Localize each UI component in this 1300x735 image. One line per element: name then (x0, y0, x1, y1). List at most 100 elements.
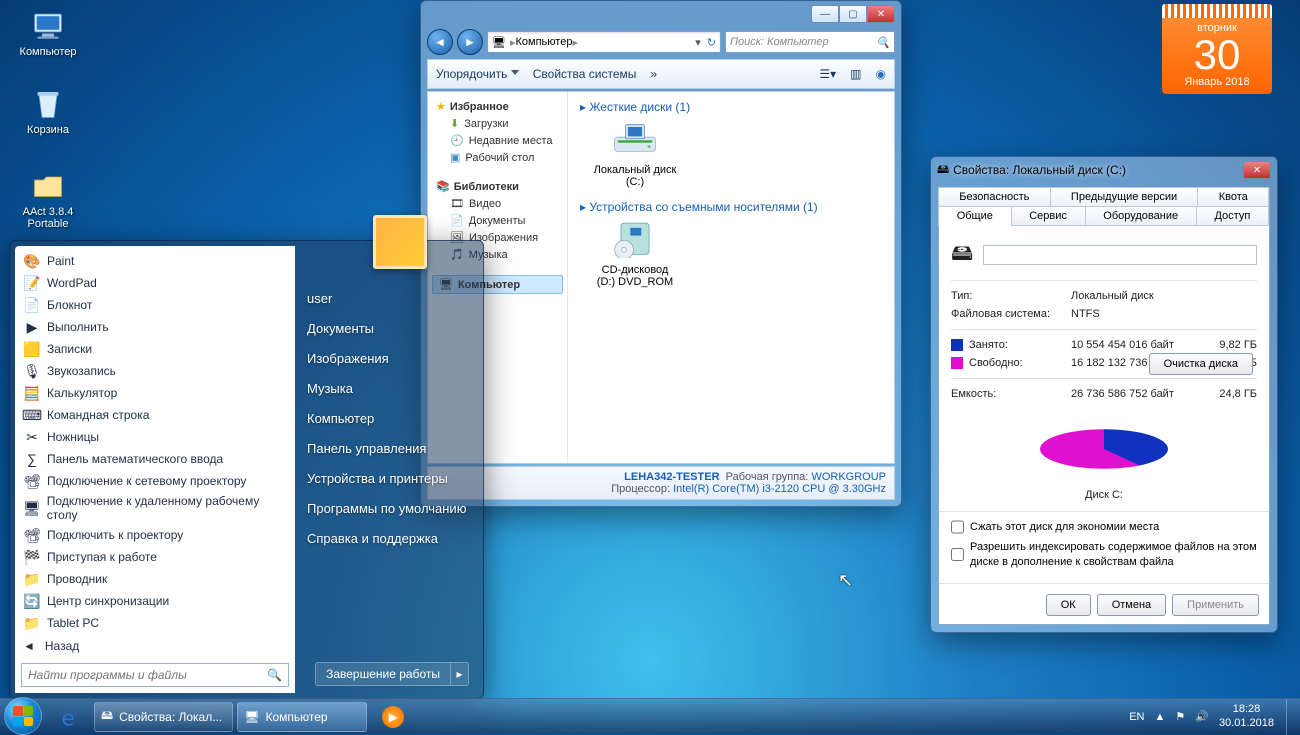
refresh-icon[interactable]: ↻ (707, 36, 716, 49)
tray-lang[interactable]: EN (1129, 711, 1144, 723)
sm-control-panel[interactable]: Панель управления (307, 441, 471, 456)
system-properties-button[interactable]: Свойства системы (533, 67, 637, 81)
compress-checkbox[interactable]: Сжать этот диск для экономии места (951, 520, 1257, 534)
sm-pictures[interactable]: Изображения (307, 351, 471, 366)
downloads-icon: ⬇ (450, 117, 459, 130)
program-label: Звукозапись (47, 364, 116, 378)
nav-forward-button[interactable]: ► (457, 29, 483, 55)
cursor-icon: ↖ (838, 570, 853, 591)
calendar-day: 30 (1168, 34, 1266, 76)
drive-name-input[interactable] (983, 245, 1257, 265)
view-menu[interactable]: ☰▾ (819, 67, 836, 81)
sidebar-item-recent[interactable]: 🕘Недавние места (432, 132, 563, 149)
sm-help[interactable]: Справка и поддержка (307, 531, 471, 546)
tab-previous-versions[interactable]: Предыдущие версии (1050, 187, 1199, 207)
tray-volume-icon[interactable]: 🔊 (1195, 710, 1209, 723)
toolbar-overflow[interactable]: » (650, 67, 657, 81)
shutdown-button[interactable]: Завершение работы (315, 662, 451, 686)
start-menu-item[interactable]: 📝WordPad (17, 272, 293, 294)
cancel-button[interactable]: Отмена (1097, 594, 1166, 616)
sm-devices[interactable]: Устройства и принтеры (307, 471, 471, 486)
program-label: WordPad (47, 276, 97, 290)
calendar-rings (1162, 4, 1272, 18)
desktop-icon-recycle[interactable]: Корзина (18, 86, 78, 136)
desktop-icon-aact[interactable]: AAct 3.8.4 Portable (18, 168, 78, 230)
start-menu-back[interactable]: ◄Назад (15, 633, 295, 659)
start-menu-item[interactable]: 📄Блокнот (17, 294, 293, 316)
explorer-titlebar[interactable]: — ▢ ✕ (421, 1, 901, 27)
search-input[interactable] (28, 668, 267, 682)
sidebar-item-documents[interactable]: 📄Документы (432, 212, 563, 229)
tab-security[interactable]: Безопасность (938, 187, 1051, 207)
help-button[interactable]: ◉ (876, 67, 886, 81)
close-button[interactable]: ✕ (1243, 161, 1271, 179)
minimize-button[interactable]: — (811, 5, 839, 23)
shutdown-options-button[interactable]: ▸ (451, 662, 469, 686)
organize-menu[interactable]: Упорядочить (436, 67, 519, 81)
ie-icon: ｅ (58, 702, 78, 731)
start-menu-item[interactable]: 🧮Калькулятор (17, 382, 293, 404)
disk-cleanup-button[interactable]: Очистка диска (1149, 353, 1253, 375)
breadcrumb-item[interactable]: Компьютер (516, 36, 573, 48)
pinned-ie[interactable]: ｅ (46, 702, 90, 732)
apply-button[interactable]: Применить (1172, 594, 1259, 616)
group-removable[interactable]: ▸ Устройства со съемными носителями (1) (580, 200, 882, 214)
start-menu-search[interactable]: 🔍 (21, 663, 289, 687)
sidebar-item-downloads[interactable]: ⬇Загрузки (432, 115, 563, 132)
start-menu-item[interactable]: ⌨Командная строка (17, 404, 293, 426)
sm-documents[interactable]: Документы (307, 321, 471, 336)
show-desktop-button[interactable] (1286, 699, 1296, 735)
sm-default-programs[interactable]: Программы по умолчанию (307, 501, 471, 516)
sidebar-libraries-header[interactable]: 📚Библиотеки (432, 178, 563, 195)
search-input[interactable]: Поиск: Компьютер 🔍 (725, 31, 895, 53)
properties-titlebar[interactable]: 🖴 Свойства: Локальный диск (C:) ✕ (931, 157, 1277, 183)
tab-tools[interactable]: Сервис (1011, 206, 1086, 226)
sm-music[interactable]: Музыка (307, 381, 471, 396)
sm-computer[interactable]: Компьютер (307, 411, 471, 426)
start-menu-item[interactable]: ∑Панель математического ввода (17, 448, 293, 470)
start-menu-item[interactable]: 📁Tablet PC (17, 612, 293, 633)
start-menu-item[interactable]: ✂Ножницы (17, 426, 293, 448)
dropdown-icon[interactable]: ▾ (695, 36, 701, 49)
start-menu-item[interactable]: 📁Проводник (17, 568, 293, 590)
tray-clock[interactable]: 18:28 30.01.2018 (1219, 703, 1274, 729)
close-button[interactable]: ✕ (867, 5, 895, 23)
drive-c[interactable]: Локальный диск (C:) (580, 120, 690, 188)
pinned-wmp[interactable]: ▶ (371, 702, 415, 732)
maximize-button[interactable]: ▢ (839, 5, 867, 23)
taskbar-item-properties[interactable]: 🖴Свойства: Локал... (94, 702, 233, 732)
ok-button[interactable]: ОК (1046, 594, 1091, 616)
recycle-bin-icon (30, 86, 66, 122)
tab-hardware[interactable]: Оборудование (1085, 206, 1197, 226)
start-menu-item[interactable]: 🏁Приступая к работе (17, 546, 293, 568)
desktop-icon-computer[interactable]: Компьютер (18, 8, 78, 58)
tray-show-hidden-icon[interactable]: ▲ (1154, 711, 1165, 723)
start-menu-item[interactable]: 🔄Центр синхронизации (17, 590, 293, 612)
nav-back-button[interactable]: ◄ (427, 29, 453, 55)
drive-d[interactable]: CD-дисковод (D:) DVD_ROM (580, 220, 690, 288)
tab-general[interactable]: Общие (938, 206, 1012, 226)
tab-quota[interactable]: Квота (1197, 187, 1269, 207)
sm-user[interactable]: user (307, 291, 471, 306)
calendar-gadget[interactable]: вторник 30 Январь 2018 (1162, 4, 1272, 94)
start-button[interactable] (4, 697, 42, 735)
sidebar-item-desktop[interactable]: ▣Рабочий стол (432, 149, 563, 166)
start-menu-item[interactable]: 📽Подключить к проектору (17, 524, 293, 546)
start-menu-item[interactable]: 📽Подключение к сетевому проектору (17, 470, 293, 492)
start-menu-item[interactable]: 🖥Подключение к удаленному рабочему столу (17, 492, 293, 524)
sidebar-favorites-header[interactable]: ★Избранное (432, 98, 563, 115)
start-menu-item[interactable]: ▶Выполнить (17, 316, 293, 338)
start-menu-item[interactable]: 🟨Записки (17, 338, 293, 360)
search-placeholder: Поиск: Компьютер (730, 36, 829, 48)
tray-flag-icon[interactable]: ⚑ (1175, 710, 1185, 723)
taskbar-item-explorer[interactable]: 🖥Компьютер (237, 702, 367, 732)
group-hdd[interactable]: ▸ Жесткие диски (1) (580, 100, 882, 114)
sidebar-item-video[interactable]: 🎞Видео (432, 195, 563, 212)
index-checkbox[interactable]: Разрешить индексировать содержимое файло… (951, 540, 1257, 569)
preview-pane-button[interactable]: ▥ (850, 67, 861, 81)
start-menu-item[interactable]: 🎙Звукозапись (17, 360, 293, 382)
start-menu-item[interactable]: 🎨Paint (17, 250, 293, 272)
user-picture[interactable] (373, 215, 427, 269)
tab-sharing[interactable]: Доступ (1196, 206, 1269, 226)
address-bar[interactable]: 🖥 ▸ Компьютер ▸ ▾ ↻ (487, 31, 721, 53)
